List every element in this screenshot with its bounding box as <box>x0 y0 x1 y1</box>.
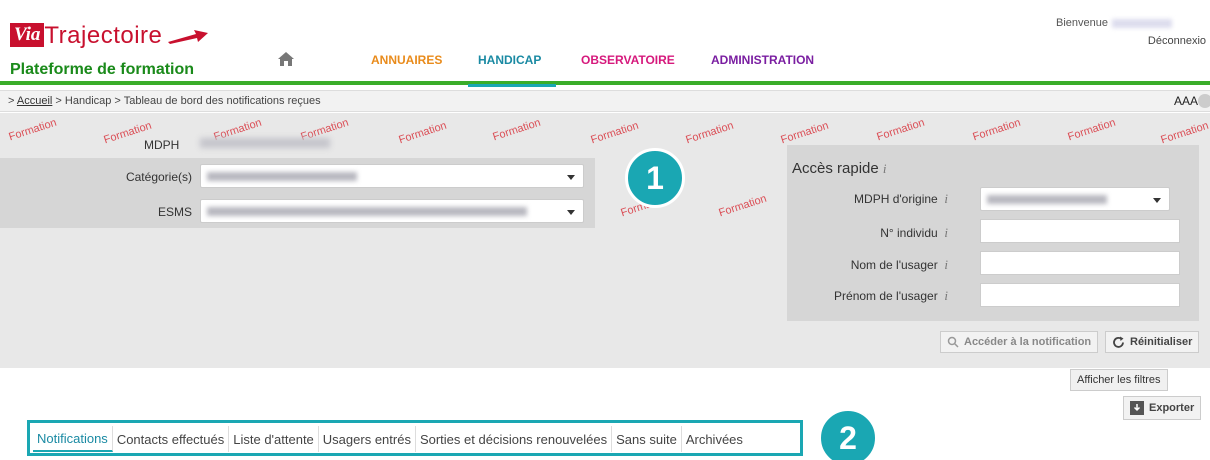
exporter-button[interactable]: Exporter <box>1123 396 1202 420</box>
info-icon[interactable]: i <box>883 161 887 176</box>
refresh-icon <box>1113 336 1124 348</box>
esms-value-blurred <box>207 207 527 216</box>
esms-select[interactable] <box>200 199 584 223</box>
font-size-control[interactable]: AAA <box>1174 94 1198 108</box>
tab-sorties-decisions[interactable]: Sorties et décisions renouvelées <box>416 426 613 452</box>
acces-rapide-title-text: Accès rapide <box>792 160 879 177</box>
reinitialiser-label: Réinitialiser <box>1130 336 1193 348</box>
esms-label: ESMS <box>157 205 192 219</box>
individu-label: N° individu i <box>808 225 948 241</box>
acceder-label: Accéder à la notification <box>964 336 1092 348</box>
individu-text: N° individu <box>880 226 938 240</box>
mdph-origine-text: MDPH d'origine <box>854 192 938 206</box>
home-icon[interactable] <box>278 52 294 66</box>
logo-trajectoire: Trajectoire <box>44 22 163 49</box>
chevron-down-icon <box>1153 198 1161 203</box>
tab-notifications[interactable]: Notifications <box>33 426 113 452</box>
header: Via Trajectoire Plateforme de formation A… <box>0 0 1210 80</box>
tab-liste-attente[interactable]: Liste d'attente <box>229 426 319 452</box>
plateforme-title: Plateforme de formation <box>10 61 195 78</box>
breadcrumb-rest: > Handicap > Tableau de bord des notific… <box>55 95 321 107</box>
breadcrumb-home-link[interactable]: Accueil <box>17 95 52 107</box>
mdph-value-blurred <box>200 138 330 148</box>
tab-sans-suite[interactable]: Sans suite <box>612 426 682 452</box>
mdph-origine-select[interactable] <box>980 187 1170 211</box>
breadcrumb: > Accueil > Handicap > Tableau de bord d… <box>0 90 1210 112</box>
info-icon[interactable]: i <box>944 257 948 272</box>
step-badge-2: 2 <box>818 408 878 460</box>
prenom-text: Prénom de l'usager <box>834 289 938 303</box>
user-name-blurred <box>1112 18 1172 28</box>
categorie-value-blurred <box>207 172 357 181</box>
prenom-label: Prénom de l'usager i <box>808 288 948 304</box>
logo[interactable]: Via Trajectoire <box>10 22 208 54</box>
acces-rapide-title: Accès rapide i <box>792 160 887 177</box>
tab-contacts-effectues[interactable]: Contacts effectués <box>113 426 230 452</box>
prenom-input[interactable] <box>980 283 1180 307</box>
nav-administration[interactable]: ADMINISTRATION <box>711 53 814 67</box>
individu-input[interactable] <box>980 219 1180 243</box>
info-icon[interactable]: i <box>944 288 948 303</box>
categorie-select[interactable] <box>200 164 584 188</box>
tab-bar: Notifications Contacts effectués Liste d… <box>33 424 747 454</box>
nom-text: Nom de l'usager <box>850 258 938 272</box>
logout-link[interactable]: Déconnexio <box>1148 35 1206 47</box>
nav-observatoire[interactable]: OBSERVATOIRE <box>581 53 675 67</box>
chevron-down-icon <box>567 175 575 180</box>
step-badge-1: 1 <box>625 148 685 208</box>
acceder-notification-button[interactable]: Accéder à la notification <box>940 331 1099 353</box>
nav-annuaires[interactable]: ANNUAIRES <box>371 53 442 67</box>
tab-archivees[interactable]: Archivées <box>682 426 747 452</box>
logo-via: Via <box>10 23 45 48</box>
info-icon[interactable]: i <box>944 191 948 206</box>
welcome-text: Bienvenue <box>1056 17 1172 29</box>
mdph-label: MDPH <box>144 138 180 152</box>
green-divider <box>0 81 1210 85</box>
exporter-label: Exporter <box>1149 402 1195 414</box>
breadcrumb-prefix: > <box>8 95 15 107</box>
search-icon <box>947 336 959 348</box>
nav-handicap[interactable]: HANDICAP <box>478 53 541 67</box>
welcome-label: Bienvenue <box>1056 17 1108 29</box>
categorie-label: Catégorie(s) <box>125 170 192 184</box>
nom-input[interactable] <box>980 251 1180 275</box>
mdph-origine-value-blurred <box>987 195 1107 204</box>
tab-usagers-entres[interactable]: Usagers entrés <box>319 426 416 452</box>
logo-arrow-icon <box>168 30 208 44</box>
export-icon <box>1130 401 1144 415</box>
info-circle-icon[interactable] <box>1198 94 1210 108</box>
reinitialiser-button[interactable]: Réinitialiser <box>1105 331 1200 353</box>
info-icon[interactable]: i <box>944 225 948 240</box>
chevron-down-icon <box>567 210 575 215</box>
nom-label: Nom de l'usager i <box>808 257 948 273</box>
mdph-origine-label: MDPH d'origine i <box>808 191 948 207</box>
nav-active-indicator <box>468 84 556 87</box>
afficher-filtres-button[interactable]: Afficher les filtres <box>1070 369 1168 391</box>
font-size-label: AAA <box>1173 94 1198 108</box>
